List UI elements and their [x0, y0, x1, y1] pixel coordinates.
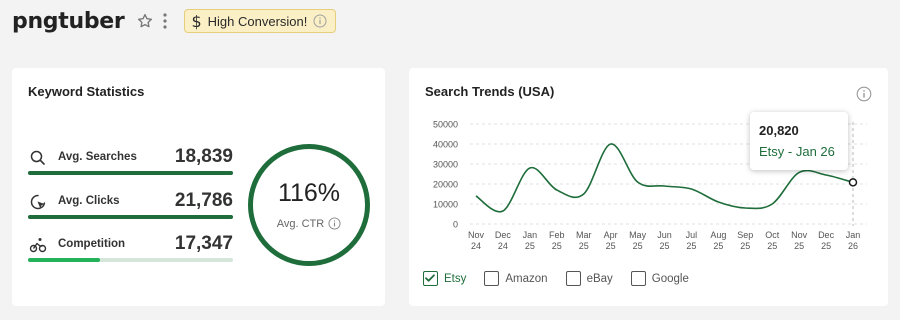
legend-item-etsy[interactable]: Etsy — [423, 271, 466, 286]
x-tick-label: 25 — [633, 241, 643, 251]
y-tick-label: 30000 — [433, 160, 458, 170]
legend-item-amazon[interactable]: Amazon — [484, 271, 548, 286]
x-tick-label: 26 — [848, 241, 858, 251]
chart-legend: Etsy Amazon eBay Google — [423, 271, 689, 286]
cursor-click-icon — [30, 194, 46, 210]
x-tick-label: 25 — [821, 241, 831, 251]
stat-label: Competition — [58, 238, 126, 250]
legend-item-google[interactable]: Google — [630, 271, 689, 286]
high-conversion-badge: $ High Conversion! — [184, 9, 337, 33]
x-tick-label: 24 — [498, 241, 508, 251]
stat-label: Avg. Searches — [58, 151, 137, 163]
checkbox-icon[interactable] — [484, 271, 500, 286]
x-tick-label: 25 — [794, 241, 804, 251]
checkbox-icon[interactable] — [565, 271, 581, 286]
stat-value: 18,839 — [174, 146, 233, 167]
x-tick-label: 24 — [471, 241, 481, 251]
x-tick-label: Aug — [710, 230, 726, 240]
clicks-bar-fill — [28, 215, 233, 219]
page-header: pngtuber $ High Conversion! — [12, 6, 337, 36]
searches-bar — [28, 171, 233, 175]
x-tick-label: 25 — [686, 241, 696, 251]
keyword-statistics-card: Keyword Statistics Avg. Searches 18,839 … — [12, 68, 385, 306]
x-tick-label: Sep — [737, 230, 753, 240]
tooltip-label: Etsy - Jan 26 — [759, 144, 835, 159]
x-tick-label: 25 — [767, 241, 777, 251]
x-tick-label: Jan — [846, 230, 861, 240]
x-tick-label: Dec — [818, 230, 835, 240]
x-tick-label: 25 — [606, 241, 616, 251]
y-tick-label: 10000 — [433, 200, 458, 210]
data-point-jan-26 — [848, 178, 858, 187]
y-tick-label: 20000 — [433, 180, 458, 190]
legend-label: Amazon — [505, 272, 548, 285]
x-tick-label: 25 — [740, 241, 750, 251]
checkbox-icon[interactable] — [630, 271, 646, 286]
x-tick-label: Jul — [686, 230, 698, 240]
y-tick-label: 40000 — [433, 140, 458, 150]
x-tick-label: Mar — [576, 230, 592, 240]
search-icon — [30, 150, 45, 165]
star-icon[interactable] — [136, 12, 154, 30]
legend-item-ebay[interactable]: eBay — [565, 271, 613, 286]
y-tick-label: 50000 — [433, 120, 458, 130]
x-tick-label: Jun — [657, 230, 672, 240]
legend-label: Etsy — [444, 272, 467, 285]
checkbox-checked-icon[interactable] — [423, 271, 438, 286]
stat-row-clicks: Avg. Clicks 21,786 — [28, 190, 233, 214]
tooltip-value: 20,820 — [759, 123, 799, 138]
x-tick-label: 25 — [579, 241, 589, 251]
x-tick-label: Feb — [549, 230, 565, 240]
searches-bar-fill — [28, 171, 233, 175]
ctr-gauge: 116% Avg. CTR — [248, 144, 370, 266]
search-trends-card: Search Trends (USA) 50000 40000 30000 20000… — [409, 68, 888, 306]
clicks-bar — [28, 215, 233, 219]
legend-label: Google — [651, 272, 689, 285]
stat-row-searches: Avg. Searches 18,839 — [28, 146, 233, 170]
badge-label: High Conversion! — [207, 13, 308, 29]
x-tick-label: Nov — [468, 230, 485, 240]
more-options-icon[interactable] — [160, 12, 170, 30]
y-tick-label: 0 — [453, 220, 458, 230]
x-tick-label: 25 — [552, 241, 562, 251]
x-tick-label: Nov — [791, 230, 808, 240]
x-tick-label: Jan — [523, 230, 538, 240]
info-icon[interactable] — [313, 14, 327, 28]
competition-bar-fill — [28, 258, 100, 262]
info-icon[interactable] — [328, 217, 341, 230]
cyclist-icon — [29, 238, 47, 253]
chart-tooltip: 20,820 Etsy - Jan 26 — [750, 112, 848, 170]
dollar-icon: $ — [191, 11, 202, 31]
x-tick-label: Apr — [604, 230, 618, 240]
x-tick-label: Oct — [765, 230, 780, 240]
card-title: Keyword Statistics — [28, 84, 145, 99]
ctr-label-row: Avg. CTR — [253, 217, 365, 230]
ctr-value: 116% — [277, 179, 341, 207]
competition-bar — [28, 258, 233, 262]
stat-value: 21,786 — [174, 190, 233, 211]
x-tick-label: 25 — [713, 241, 723, 251]
stat-row-competition: Competition 17,347 — [28, 233, 233, 257]
x-tick-label: 25 — [525, 241, 535, 251]
x-tick-label: Dec — [495, 230, 512, 240]
legend-label: eBay — [586, 272, 613, 285]
page-title: pngtuber — [12, 8, 125, 34]
x-tick-label: 25 — [659, 241, 669, 251]
x-tick-label: May — [629, 230, 647, 240]
stat-label: Avg. Clicks — [58, 195, 120, 207]
ctr-label: Avg. CTR — [276, 217, 325, 230]
stat-value: 17,347 — [174, 233, 233, 254]
